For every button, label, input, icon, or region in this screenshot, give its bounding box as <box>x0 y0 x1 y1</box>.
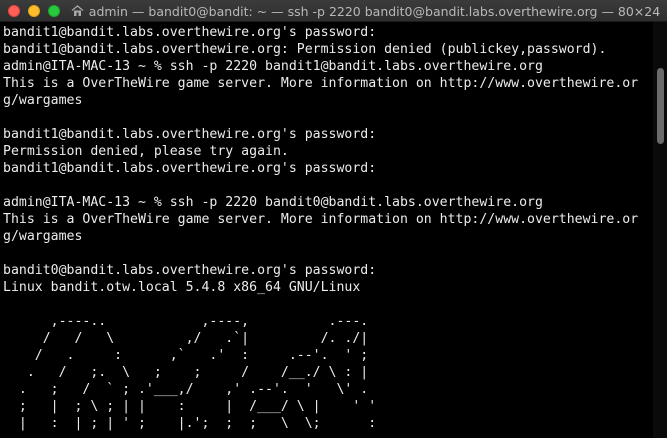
terminal-line: Permission denied, please try again. <box>3 144 289 159</box>
scrollbar-track[interactable] <box>653 22 667 438</box>
terminal-line: bandit1@bandit.labs.overthewire.org's pa… <box>3 161 377 176</box>
terminal-line: g/wargames <box>3 229 83 244</box>
terminal-line: / . : ,` .' : .--'. ' ; <box>3 348 369 363</box>
terminal-window: admin — bandit0@bandit: ~ — ssh -p 2220 … <box>0 0 667 438</box>
terminal-line: admin@ITA-MAC-13 ~ % ssh -p 2220 bandit0… <box>3 195 543 210</box>
scrollbar-thumb[interactable] <box>657 68 664 144</box>
terminal-line: admin@ITA-MAC-13 ~ % ssh -p 2220 bandit1… <box>3 59 543 74</box>
terminal-output[interactable]: bandit1@bandit.labs.overthewire.org's pa… <box>0 22 650 438</box>
terminal-line: This is a OverTheWire game server. More … <box>3 76 639 91</box>
close-button[interactable] <box>8 5 20 17</box>
terminal-line: bandit1@bandit.labs.overthewire.org's pa… <box>3 25 377 40</box>
terminal-line: . ; / ` ; .'___,/ ,' .--'. ' \' . <box>3 382 369 397</box>
terminal-line: ,----.. ,----, .---. <box>3 314 369 329</box>
terminal-line: | : | ; | ' ; |.'; ; ; \ \; : <box>3 416 377 431</box>
terminal-line: This is a OverTheWire game server. More … <box>3 212 639 227</box>
minimize-button[interactable] <box>28 5 40 17</box>
title-bar[interactable]: admin — bandit0@bandit: ~ — ssh -p 2220 … <box>0 0 667 22</box>
home-folder-icon <box>71 5 84 16</box>
terminal-line: . / ;. \ ; ; / /__./ \ : | <box>3 365 369 380</box>
window-title-area: admin — bandit0@bandit: ~ — ssh -p 2220 … <box>64 0 667 22</box>
terminal-line: / / \ ,/ .`| /. ./| <box>3 331 369 346</box>
terminal-line: g/wargames <box>3 93 83 108</box>
terminal-line: Linux bandit.otw.local 5.4.8 x86_64 GNU/… <box>3 280 361 295</box>
zoom-button[interactable] <box>48 5 60 17</box>
terminal-line: bandit1@bandit.labs.overthewire.org: Per… <box>3 42 607 57</box>
terminal-line: bandit1@bandit.labs.overthewire.org's pa… <box>3 127 377 142</box>
terminal-line: bandit0@bandit.labs.overthewire.org's pa… <box>3 263 377 278</box>
window-title: admin — bandit0@bandit: ~ — ssh -p 2220 … <box>88 3 661 19</box>
terminal-line: ; | ; \ ; | | : | /___/ \ | ' ' <box>3 399 377 414</box>
